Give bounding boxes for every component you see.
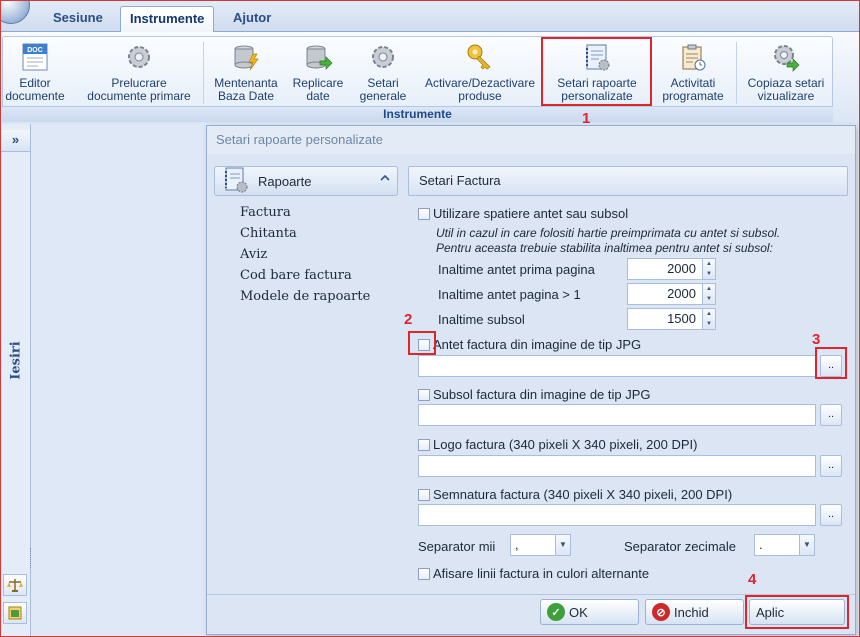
logo-label: Logo factura (340 pixeli X 340 pixeli, 2… xyxy=(433,437,698,452)
logo-checkbox[interactable] xyxy=(418,439,430,451)
copiaza-setari-label: Copiaza setari vizualizare xyxy=(747,76,825,103)
annotation-box-2 xyxy=(408,331,436,355)
svg-text:DOC: DOC xyxy=(27,47,43,54)
inaltime-antet-prima-input[interactable]: 2000 xyxy=(627,258,703,280)
ok-label: OK xyxy=(569,604,588,620)
annotation-number-2: 2 xyxy=(404,311,413,328)
inaltime-subsol-label: Inaltime subsol xyxy=(438,312,525,327)
separator-zecimale-label: Separator zecimale xyxy=(624,539,736,554)
copiaza-setari-vizualizare-button[interactable]: Copiaza setari vizualizare xyxy=(742,40,830,106)
logo-browse-button[interactable]: .. xyxy=(820,455,842,477)
separator-mii-label: Separator mii xyxy=(418,539,496,554)
nav-item-chitanta[interactable]: Chitanta xyxy=(240,226,297,241)
expand-panel-button[interactable]: » xyxy=(1,130,30,152)
culori-alternante-checkbox[interactable] xyxy=(418,568,430,580)
logo-path-input[interactable] xyxy=(418,455,816,477)
spatiere-antet-checkbox[interactable] xyxy=(418,208,430,220)
dialog-nav-panel xyxy=(212,158,402,590)
inaltime-antet-pagina-input[interactable]: 2000 xyxy=(627,283,703,305)
doc-icon: DOC xyxy=(18,40,52,74)
mentenanta-baza-date-label: Mentenanta Baza Date xyxy=(214,76,278,103)
separator-zecimale-select[interactable]: . xyxy=(754,534,800,556)
semnatura-path-input[interactable] xyxy=(418,504,816,526)
spatiere-note-line1: Util in cazul in care folositi hartie pr… xyxy=(436,226,781,240)
nav-item-cod-bare-factura[interactable]: Cod bare factura xyxy=(240,268,352,283)
iesiri-panel-label[interactable]: Iesiri xyxy=(1,330,31,390)
cancel-icon: ⊘ xyxy=(652,603,670,621)
chevron-up-icon[interactable] xyxy=(378,172,392,188)
setari-generale-label: Setari generale xyxy=(359,76,407,103)
activitati-programate-label: Activitati programate xyxy=(662,76,724,103)
tab-ajutor[interactable]: Ajutor xyxy=(224,6,280,32)
section-title: Setari Factura xyxy=(408,166,848,196)
tab-instrumente[interactable]: Instrumente xyxy=(120,6,215,32)
subsol-jpg-label: Subsol factura din imagine de tip JPG xyxy=(433,387,651,402)
database-arrow-icon xyxy=(301,40,335,74)
separator-mii-select[interactable]: , xyxy=(510,534,556,556)
annotation-box-4 xyxy=(745,595,849,629)
semnatura-label: Semnatura factura (340 pixeli X 340 pixe… xyxy=(433,487,733,502)
culori-alternante-label: Afisare linii factura in culori alternan… xyxy=(433,566,650,581)
rapoarte-header-label: Rapoarte xyxy=(258,174,312,189)
scale-icon[interactable] xyxy=(3,574,27,596)
semnatura-checkbox[interactable] xyxy=(418,489,430,501)
spatiere-antet-label: Utilizare spatiere antet sau subsol xyxy=(433,206,629,221)
editor-documente-label: Editor documente xyxy=(5,76,65,103)
setari-generale-button[interactable]: Setari generale xyxy=(352,40,414,106)
chevron-down-icon[interactable]: ▼ xyxy=(555,534,571,556)
database-icon xyxy=(229,40,263,74)
inaltime-antet-pagina-spinner[interactable]: ▲ ▼ xyxy=(702,283,716,305)
nav-item-modele-de-rapoarte[interactable]: Modele de rapoarte xyxy=(240,289,370,304)
inaltime-antet-prima-label: Inaltime antet prima pagina xyxy=(438,262,595,277)
subsol-jpg-checkbox[interactable] xyxy=(418,389,430,401)
chevron-down-icon[interactable]: ▼ xyxy=(799,534,815,556)
report-icon[interactable] xyxy=(3,602,27,624)
inaltime-antet-pagina-label: Inaltime antet pagina > 1 xyxy=(438,287,581,302)
ribbon-separator xyxy=(203,42,204,104)
inchid-button[interactable]: ⊘ Inchid xyxy=(645,599,744,625)
activitati-programate-button[interactable]: Activitati programate xyxy=(656,40,730,106)
ribbon-separator xyxy=(736,42,737,104)
replicare-date-label: Replicare date xyxy=(292,76,344,103)
prelucrare-documente-label: Prelucrare documente primare xyxy=(87,76,191,103)
antet-jpg-label: Antet factura din imagine de tip JPG xyxy=(433,337,642,352)
subsol-jpg-browse-button[interactable]: .. xyxy=(820,404,842,426)
subsol-jpg-path-input[interactable] xyxy=(418,404,816,426)
activare-dezactivare-label: Activare/Dezactivare produse xyxy=(424,76,536,103)
inaltime-subsol-spinner[interactable]: ▲ ▼ xyxy=(702,308,716,330)
inchid-label: Inchid xyxy=(674,604,709,620)
editor-documente-button[interactable]: DOC Editor documente xyxy=(4,40,66,106)
annotation-number-3: 3 xyxy=(812,331,821,348)
antet-jpg-path-input[interactable] xyxy=(418,355,816,377)
tab-sesiune[interactable]: Sesiune xyxy=(44,6,112,32)
spatiere-note-line2: Pentru aceasta trebuie stabilita inaltim… xyxy=(436,241,773,255)
nav-item-aviz[interactable]: Aviz xyxy=(240,247,267,262)
annotation-box-1 xyxy=(541,37,652,106)
splitter-handle[interactable] xyxy=(30,548,32,568)
dialog-title: Setari rapoarte personalizate xyxy=(207,126,855,154)
ok-button[interactable]: ✓ OK xyxy=(540,599,639,625)
activare-dezactivare-produse-button[interactable]: Activare/Dezactivare produse xyxy=(418,40,542,106)
replicare-date-button[interactable]: Replicare date xyxy=(288,40,348,106)
annotation-number-4: 4 xyxy=(748,571,757,588)
annotation-box-3 xyxy=(815,347,847,379)
clipboard-icon xyxy=(676,40,710,74)
gear-icon xyxy=(366,40,400,74)
gear-arrow-icon xyxy=(769,40,803,74)
nav-item-factura[interactable]: Factura xyxy=(240,205,291,220)
ribbon-group-label: Instrumente xyxy=(2,106,833,122)
gear-icon xyxy=(122,40,156,74)
key-icon xyxy=(463,40,497,74)
mentenanta-baza-date-button[interactable]: Mentenanta Baza Date xyxy=(210,40,282,106)
semnatura-browse-button[interactable]: .. xyxy=(820,504,842,526)
prelucrare-documente-button[interactable]: Prelucrare documente primare xyxy=(80,40,198,106)
notebook-gear-icon xyxy=(222,166,252,194)
inaltime-antet-prima-spinner[interactable]: ▲ ▼ xyxy=(702,258,716,280)
check-icon: ✓ xyxy=(547,603,565,621)
inaltime-subsol-input[interactable]: 1500 xyxy=(627,308,703,330)
